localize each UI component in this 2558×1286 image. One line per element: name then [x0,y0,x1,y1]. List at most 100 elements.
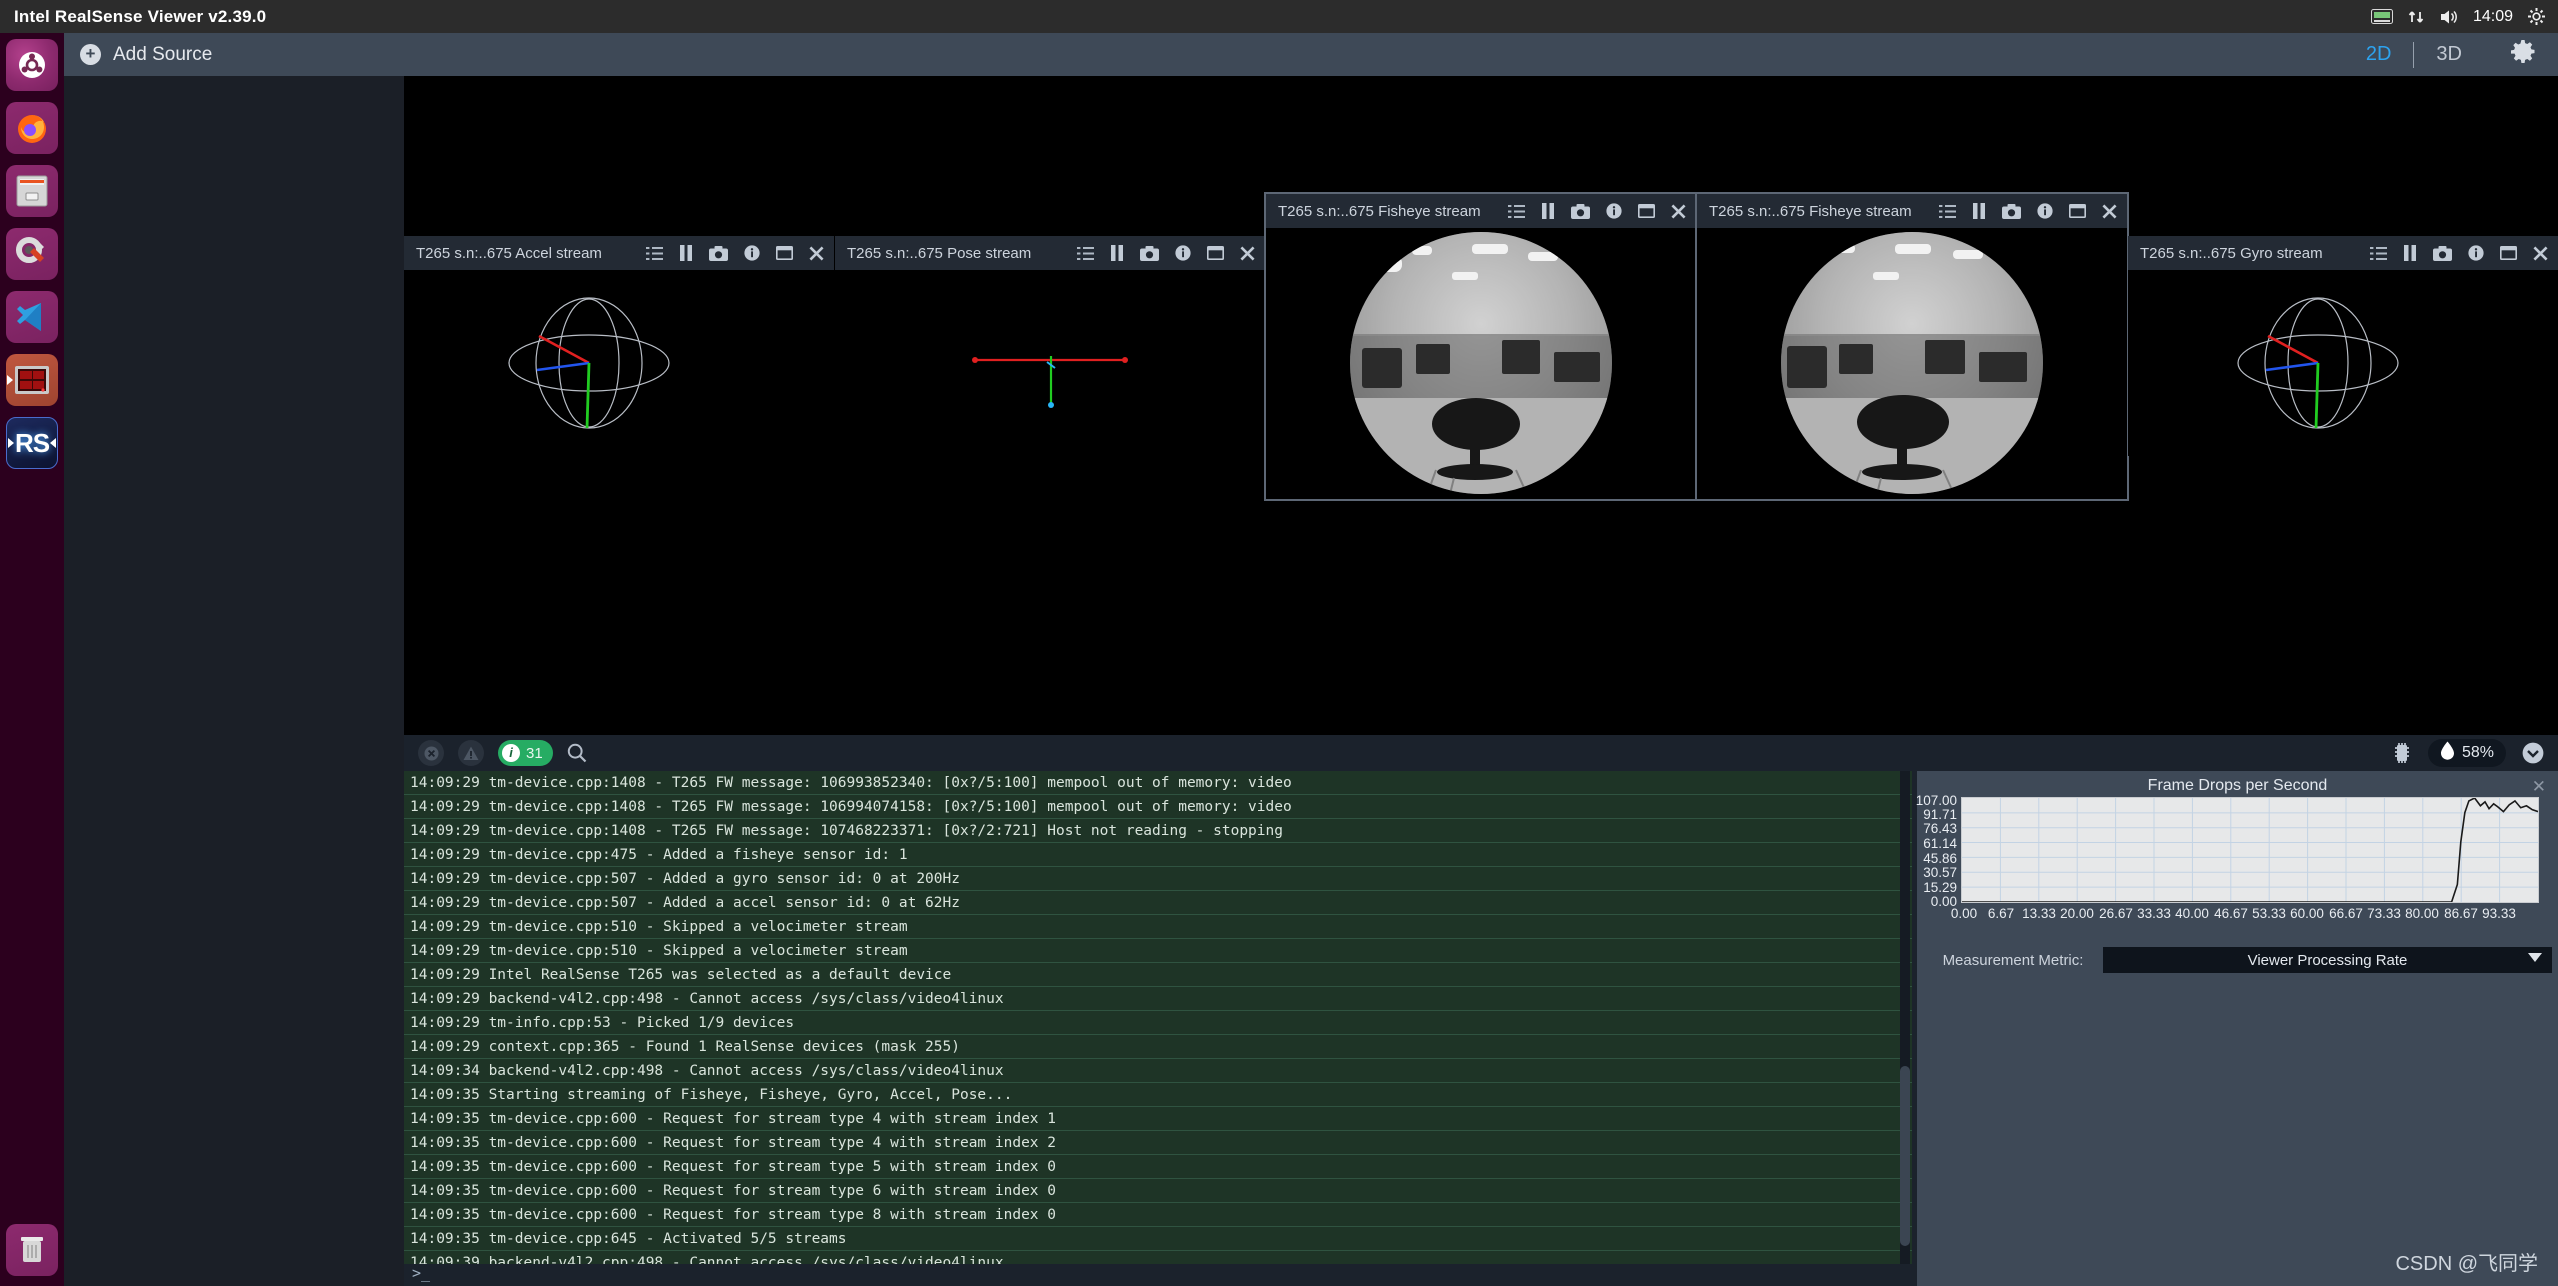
measurement-metric-row: Measurement Metric: Viewer Processing Ra… [1923,947,2552,973]
app-header: + Add Source 2D 3D [64,33,2558,76]
launcher-item-settings[interactable] [6,228,58,280]
console-log-list[interactable]: 14:09:29 tm-device.cpp:1408 - T265 FW me… [404,771,1912,1268]
console-toolbar: i 31 58% [404,735,2558,771]
log-line: 14:09:29 tm-device.cpp:507 - Added a acc… [404,891,1912,915]
stream-panel-fisheye-right: T265 s.n:..675 Fisheye stream [1697,194,2127,499]
measurement-metric-select[interactable]: Viewer Processing Rate [2103,947,2552,973]
camera-icon[interactable] [1571,204,1590,219]
chevron-down-circle-icon[interactable] [2522,742,2544,764]
window-icon[interactable] [2500,246,2517,260]
accel-gimbal-widget [499,278,679,448]
launcher-item-firefox[interactable] [6,102,58,154]
launcher-item-ubuntu-dash[interactable] [6,39,58,91]
warning-triangle-icon[interactable] [458,740,484,766]
tab-3d[interactable]: 3D [2414,43,2484,66]
network-updown-icon[interactable] [2407,8,2425,26]
add-source-button[interactable]: + Add Source [80,44,212,66]
info-icon[interactable] [2468,245,2484,261]
power-gear-icon[interactable] [2527,7,2546,26]
launcher-item-terminal[interactable] [6,354,58,406]
window-title: Intel RealSense Viewer v2.39.0 [14,7,266,27]
stream-header: T265 s.n:..675 Fisheye stream [1697,194,2127,228]
chip-icon[interactable] [2392,742,2412,764]
window-icon[interactable] [776,246,793,260]
running-indicator-left [7,375,13,385]
stream-canvas-fisheye-right[interactable] [1697,228,2127,499]
chart-ytick: 91.71 [1897,807,1957,822]
launcher-item-files[interactable] [6,165,58,217]
list-settings-icon[interactable] [1939,204,1956,219]
info-icon[interactable] [1606,203,1622,219]
close-icon[interactable] [2533,246,2548,261]
close-icon[interactable] [2102,204,2117,219]
chevron-down-icon [2528,953,2542,962]
log-line: 14:09:29 context.cpp:365 - Found 1 RealS… [404,1035,1912,1059]
search-icon[interactable] [567,743,587,763]
log-line: 14:09:35 tm-device.cpp:645 - Activated 5… [404,1227,1912,1251]
pause-icon[interactable] [679,245,693,261]
ubuntu-launcher: RS [0,33,64,1286]
close-icon[interactable] [1671,204,1686,219]
pause-icon[interactable] [1972,203,1986,219]
volume-icon[interactable] [2439,8,2459,26]
stream-viewport: T265 s.n:..675 Accel stream [404,76,2558,735]
window-icon[interactable] [2069,204,2086,218]
window-icon[interactable] [1638,204,1655,218]
list-settings-icon[interactable] [646,246,663,261]
running-indicator-left [8,438,14,448]
console-scrollbar-thumb[interactable] [1900,1066,1910,1246]
launcher-item-trash[interactable] [6,1224,58,1276]
pause-icon[interactable] [1110,245,1124,261]
add-source-label: Add Source [113,44,212,66]
stream-canvas-fisheye-left[interactable] [1266,228,1696,499]
stream-title: T265 s.n:..675 Gyro stream [2140,245,2323,262]
log-line: 14:09:35 tm-device.cpp:600 - Request for… [404,1203,1912,1227]
stream-canvas-pose[interactable] [835,270,1265,456]
pause-icon[interactable] [2403,245,2417,261]
log-line: 14:09:34 backend-v4l2.cpp:498 - Cannot a… [404,1059,1912,1083]
stream-header: T265 s.n:..675 Pose stream [835,236,1265,270]
launcher-item-realsense[interactable]: RS [6,417,58,469]
log-line: 14:09:29 tm-device.cpp:1408 - T265 FW me… [404,771,1912,795]
tab-2d[interactable]: 2D [2344,43,2414,66]
info-icon[interactable] [744,245,760,261]
info-icon[interactable] [1175,245,1191,261]
keyboard-icon[interactable] [2371,9,2393,24]
battery-status-badge[interactable]: 58% [2428,739,2506,767]
stream-panel-pose: T265 s.n:..675 Pose stream [835,236,1265,456]
log-line: 14:09:29 tm-device.cpp:507 - Added a gyr… [404,867,1912,891]
system-clock[interactable]: 14:09 [2473,8,2513,26]
frame-drops-chart: Frame Drops per Second ✕ 107.00 [1923,775,2552,943]
camera-icon[interactable] [709,246,728,261]
list-settings-icon[interactable] [1508,204,1525,219]
gear-icon[interactable] [2510,39,2536,70]
stream-header: T265 s.n:..675 Fisheye stream [1266,194,1696,228]
console-prompt[interactable]: >_ [404,1264,1912,1286]
info-filter-pill[interactable]: i 31 [498,740,553,766]
stream-canvas-accel[interactable] [404,270,834,456]
fisheye-image-right [1697,228,2127,499]
list-settings-icon[interactable] [2370,246,2387,261]
camera-icon[interactable] [2002,204,2021,219]
pause-icon[interactable] [1541,203,1555,219]
watermark: CSDN @飞同学 [2395,1247,2538,1276]
launcher-item-vscode[interactable] [6,291,58,343]
battery-drop-icon [2440,741,2455,765]
stream-title: T265 s.n:..675 Accel stream [416,245,602,262]
window-icon[interactable] [1207,246,1224,260]
error-circle-icon[interactable] [418,740,444,766]
chart-close-icon[interactable]: ✕ [2532,777,2546,797]
camera-icon[interactable] [1140,246,1159,261]
log-line: 14:09:29 Intel RealSense T265 was select… [404,963,1912,987]
log-line: 14:09:29 tm-device.cpp:1408 - T265 FW me… [404,819,1912,843]
stream-canvas-gyro[interactable] [2128,270,2558,456]
list-settings-icon[interactable] [1077,246,1094,261]
chart-title: Frame Drops per Second [1923,775,2552,797]
camera-icon[interactable] [2433,246,2452,261]
log-line: 14:09:35 Starting streaming of Fisheye, … [404,1083,1912,1107]
close-icon[interactable] [809,246,824,261]
running-indicator-right [50,438,56,448]
info-icon[interactable] [2037,203,2053,219]
close-icon[interactable] [1240,246,1255,261]
log-line: 14:09:35 tm-device.cpp:600 - Request for… [404,1179,1912,1203]
